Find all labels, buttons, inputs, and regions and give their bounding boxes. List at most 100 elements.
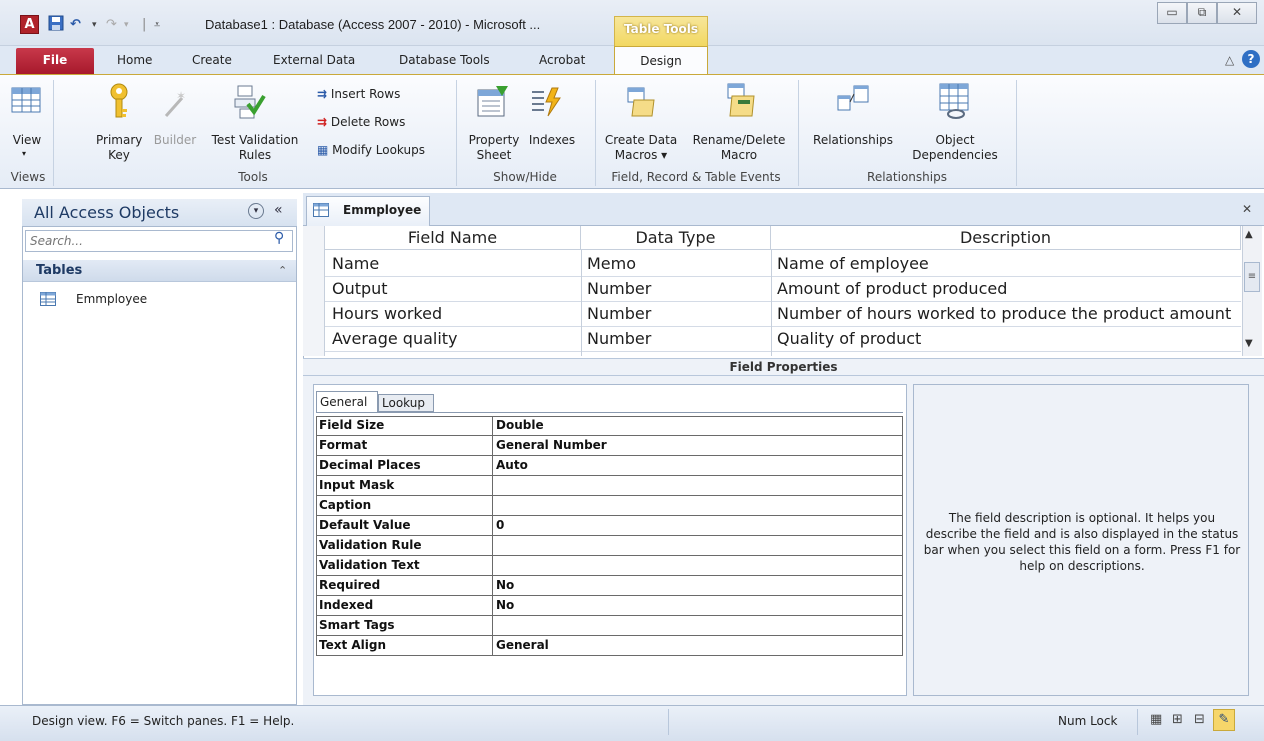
group-divider [595, 80, 596, 186]
property-row[interactable]: Caption [316, 496, 903, 516]
property-sheet-button[interactable] [474, 84, 510, 123]
builder-wand-icon: ✶ [164, 89, 186, 117]
data-type-cell[interactable]: Number [582, 277, 770, 301]
close-window-button[interactable]: ✕ [1217, 2, 1257, 24]
group-divider [456, 80, 457, 186]
modify-lookups-button[interactable]: ▦ Modify Lookups [317, 140, 425, 160]
field-name-cell[interactable]: Average quality [327, 327, 580, 351]
property-row[interactable]: Required No [316, 576, 903, 596]
nav-pane-title[interactable]: All Access Objects [34, 203, 179, 222]
design-view-icon[interactable]: ✎ [1213, 709, 1235, 731]
view-dropdown-icon[interactable]: ▾ [22, 149, 26, 158]
tab-create[interactable]: Create [192, 53, 232, 67]
nav-item-emmployee[interactable]: Emmployee [40, 290, 240, 310]
property-value[interactable]: No [496, 578, 514, 592]
data-type-cell[interactable]: Number [582, 302, 770, 326]
property-name: Text Align [319, 638, 387, 652]
property-value[interactable]: General [496, 638, 549, 652]
tab-external-data[interactable]: External Data [273, 53, 355, 67]
data-type-cell[interactable]: Memo [582, 252, 770, 276]
description-cell[interactable]: Number of hours worked to produce the pr… [772, 302, 1242, 326]
access-app-icon[interactable]: A [20, 15, 39, 34]
field-name-cell[interactable]: Hours worked [327, 302, 580, 326]
tab-home[interactable]: Home [117, 53, 152, 67]
property-value[interactable]: 0 [496, 518, 504, 532]
scroll-thumb[interactable]: ≡ [1244, 262, 1260, 292]
scroll-down-icon[interactable]: ▼ [1245, 338, 1253, 349]
save-icon[interactable] [48, 15, 64, 35]
property-row[interactable]: Default Value 0 [316, 516, 903, 536]
property-row[interactable]: Indexed No [316, 596, 903, 616]
property-value[interactable]: Auto [496, 458, 528, 472]
customize-qat-icon[interactable]: ⩡ [154, 15, 160, 35]
document-tab-emmployee[interactable]: Emmployee [306, 196, 430, 226]
grid-row-line [325, 276, 1241, 277]
column-header-field-name[interactable]: Field Name [325, 226, 581, 250]
rename-delete-macro-button[interactable] [722, 82, 758, 123]
restore-button[interactable]: ⧉ [1187, 2, 1217, 24]
datasheet-view-icon[interactable]: ▦ [1150, 712, 1162, 727]
datasheet-view-icon [11, 87, 41, 113]
property-row[interactable]: Input Mask [316, 476, 903, 496]
property-row[interactable]: Format General Number [316, 436, 903, 456]
row-selector-column[interactable] [303, 226, 325, 356]
property-value[interactable]: General Number [496, 438, 607, 452]
collapse-group-icon[interactable]: ⌃ [278, 264, 287, 277]
create-data-macros-button[interactable] [624, 84, 660, 123]
indexes-button[interactable] [528, 84, 564, 123]
column-header-data-type[interactable]: Data Type [581, 226, 771, 250]
insert-rows-button[interactable]: ⇉ Insert Rows [317, 84, 400, 104]
property-name: Format [319, 438, 368, 452]
tab-design[interactable]: Design [614, 46, 708, 75]
property-sheet-label-2: Sheet [476, 148, 512, 162]
delete-rows-button[interactable]: ⇉ Delete Rows [317, 112, 405, 132]
tab-file[interactable]: File [16, 48, 94, 74]
redo-dropdown-icon[interactable]: ▾ [124, 15, 129, 35]
property-value[interactable]: No [496, 598, 514, 612]
property-row[interactable]: Validation Rule [316, 536, 903, 556]
search-icon[interactable]: ⚲ [274, 230, 284, 246]
tab-lookup[interactable]: Lookup [378, 394, 434, 412]
redo-icon[interactable]: ↷ [106, 15, 117, 35]
builder-button[interactable]: ✶ [160, 88, 190, 123]
tab-acrobat[interactable]: Acrobat [539, 53, 585, 67]
relationships-button[interactable] [836, 84, 870, 123]
description-cell[interactable]: Quality of product [772, 327, 1240, 351]
close-document-icon[interactable]: ✕ [1242, 202, 1252, 216]
description-cell[interactable]: Name of employee [772, 252, 1240, 276]
nav-menu-dropdown-icon[interactable]: ▾ [248, 203, 264, 219]
minimize-icon: ▭ [1166, 5, 1178, 19]
minimize-ribbon-icon[interactable]: △ [1225, 53, 1234, 67]
property-value[interactable]: Double [496, 418, 544, 432]
scroll-up-icon[interactable]: ▲ [1245, 229, 1253, 240]
nav-search-input[interactable] [25, 230, 293, 252]
pivottable-view-icon[interactable]: ⊞ [1172, 712, 1183, 727]
test-validation-rules-button[interactable] [232, 84, 266, 123]
property-row[interactable]: Text Align General [316, 636, 903, 656]
property-row[interactable]: Smart Tags [316, 616, 903, 636]
tab-general[interactable]: General [316, 391, 378, 412]
property-row[interactable]: Decimal Places Auto [316, 456, 903, 476]
undo-dropdown-icon[interactable]: ▾ [92, 15, 97, 35]
column-header-description[interactable]: Description [771, 226, 1241, 250]
description-cell[interactable]: Amount of product produced [772, 277, 1240, 301]
data-type-cell[interactable]: Number [582, 327, 770, 351]
undo-icon[interactable]: ↶ [70, 15, 81, 35]
grid-column-line [581, 250, 582, 356]
grid-row-line [325, 351, 1241, 352]
view-button[interactable] [10, 84, 42, 119]
shutter-bar-collapse-icon[interactable]: « [274, 202, 283, 218]
property-row[interactable]: Field Size Double [316, 416, 903, 436]
property-row[interactable]: Validation Text [316, 556, 903, 576]
primary-key-button[interactable] [104, 82, 134, 125]
minimize-button[interactable]: ▭ [1157, 2, 1187, 24]
property-name: Input Mask [319, 478, 395, 492]
field-name-cell[interactable]: Name [327, 252, 580, 276]
pivotchart-view-icon[interactable]: ⊟ [1194, 712, 1205, 727]
modify-lookups-label: Modify Lookups [332, 143, 425, 157]
group-divider [53, 80, 54, 186]
help-icon[interactable]: ? [1242, 50, 1260, 68]
object-dependencies-button[interactable] [936, 82, 972, 123]
tab-database-tools[interactable]: Database Tools [399, 53, 490, 67]
field-name-cell[interactable]: Output [327, 277, 580, 301]
